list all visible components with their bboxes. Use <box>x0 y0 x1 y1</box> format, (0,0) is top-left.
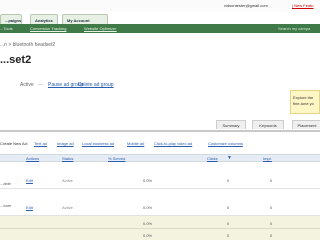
tab-placements[interactable]: Placement <box>292 120 320 129</box>
total-impressions: 0 <box>270 221 273 226</box>
top-bar <box>0 0 320 11</box>
table-header <box>0 154 320 162</box>
column-header-served[interactable]: % Served <box>108 156 125 161</box>
info-box-line-2: fine-tune yo <box>293 101 314 106</box>
breadcrumb-current: bluetooth headset2 <box>12 42 56 48</box>
totals-divider <box>0 228 320 229</box>
sub-nav-tools[interactable]: ...Tools <box>0 26 13 31</box>
local-business-ad-link[interactable]: Local business ad <box>82 141 114 146</box>
total-clicks: 0 <box>227 233 230 238</box>
info-box-line-1: Explore the <box>293 95 314 100</box>
status-separator: — <box>38 82 43 88</box>
ad-status: Active <box>62 178 73 183</box>
total-impressions: 0 <box>270 233 273 238</box>
tab-campaigns[interactable]: ...paigns <box>0 14 22 24</box>
tab-my-account[interactable]: My Account <box>62 14 108 24</box>
ad-text-fragment: ...eam <box>0 203 12 208</box>
group-status: Active <box>20 82 34 88</box>
ad-clicks: 0 <box>227 205 230 210</box>
breadcrumb-prefix[interactable]: ...n > <box>0 42 11 48</box>
sub-nav-conversion-tracking[interactable]: Conversion Tracking <box>30 26 66 31</box>
delete-ad-group-link[interactable]: Delete ad group <box>78 82 114 88</box>
ad-impressions: 0 <box>270 205 273 210</box>
edit-ad-link[interactable]: Edit <box>26 178 33 183</box>
ad-status: Active <box>62 205 73 210</box>
column-header-impressions[interactable]: Impr. <box>263 156 272 161</box>
sort-arrow-icon[interactable]: ▼ <box>227 155 232 161</box>
tab-analytics[interactable]: Analytics <box>30 14 58 24</box>
tab-summary[interactable]: Summary <box>216 120 246 129</box>
breadcrumb: ...n > bluetooth headset2 <box>0 42 55 48</box>
total-clicks: 0 <box>227 221 230 226</box>
total-served: 0.0% <box>143 233 153 238</box>
image-ad-link[interactable]: Image ad <box>57 141 74 146</box>
section-divider <box>0 130 320 132</box>
text-ad-link[interactable]: Text ad <box>34 141 47 146</box>
click-to-play-video-ad-link[interactable]: Click-to-play video ad <box>154 141 192 146</box>
search-campaigns-link[interactable]: Search my campa <box>278 26 310 31</box>
tab-keywords[interactable]: Keywords <box>252 120 284 129</box>
ad-served: 0.0% <box>143 178 153 183</box>
edit-ad-link[interactable]: Edit <box>26 205 33 210</box>
column-header-clicks[interactable]: Clicks <box>207 156 218 161</box>
ad-served: 0.0% <box>143 205 153 210</box>
table-row <box>0 162 320 189</box>
table-row <box>0 189 320 216</box>
create-new-ad-label: Create New Ad: <box>0 141 29 146</box>
account-email: vidsontester@gmail.com <box>224 3 268 8</box>
ad-impressions: 0 <box>270 178 273 183</box>
ad-text-fragment: ...able <box>0 181 11 186</box>
customize-columns-link[interactable]: Customize columns <box>208 141 243 146</box>
page-title: ...set2 <box>0 54 32 66</box>
column-header-status[interactable]: Status <box>62 156 73 161</box>
column-header-actions[interactable]: Actions <box>26 156 39 161</box>
mobile-ad-link[interactable]: Mobile ad <box>127 141 144 146</box>
new-features-link[interactable]: | New Featu <box>292 3 314 8</box>
ad-clicks: 0 <box>227 178 230 183</box>
total-served: 0.0% <box>143 221 153 226</box>
sub-nav-website-optimizer[interactable]: Website Optimizer <box>84 26 117 31</box>
